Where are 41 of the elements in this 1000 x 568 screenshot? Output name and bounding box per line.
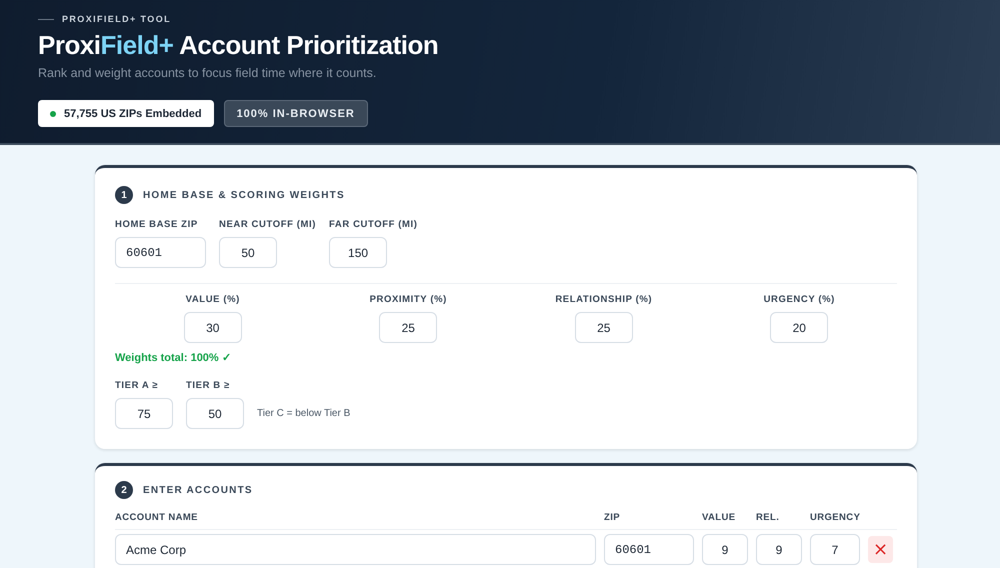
input-field[interactable]: 20 xyxy=(770,312,828,343)
delete-button[interactable]: × xyxy=(868,536,893,563)
mode-badge: 100% IN-BROWSER xyxy=(224,100,368,127)
column-header: URGENCY xyxy=(810,512,860,523)
column-header: VALUE xyxy=(702,512,736,523)
input-field[interactable]: 25 xyxy=(574,312,633,343)
section-title: HOME BASE & SCORING WEIGHTS xyxy=(143,190,345,200)
input-field[interactable]: 50 xyxy=(219,237,277,268)
name-field[interactable]: Acme Corp xyxy=(115,534,596,565)
field-label: FAR CUTOFF (MI) xyxy=(329,219,418,230)
relationship-field[interactable]: 9 xyxy=(756,534,802,565)
field-label: RELATIONSHIP (%) xyxy=(555,294,652,305)
section-title: ENTER ACCOUNTS xyxy=(143,484,253,496)
input-field[interactable]: 25 xyxy=(379,312,438,343)
input-field[interactable]: 50 xyxy=(186,398,244,429)
eyebrow-label: PROXIFIELD+ TOOL xyxy=(62,14,171,24)
tier-note: Tier C = below Tier B xyxy=(257,408,350,419)
field-label: NEAR CUTOFF (MI) xyxy=(219,219,316,230)
status-dot-icon xyxy=(50,110,56,116)
badge-label: 57,755 US ZIPs Embedded xyxy=(64,108,202,120)
weights-total: Weights total: 100% ✓ xyxy=(115,351,231,364)
urgency-field[interactable]: 7 xyxy=(810,534,860,565)
step-number: 2 xyxy=(115,481,133,499)
field-label: PROXIMITY (%) xyxy=(370,294,447,305)
field-label: HOME BASE ZIP xyxy=(115,219,199,230)
page-title: ProxiField+ Account Prioritization xyxy=(38,30,440,61)
input-field[interactable]: 60601 xyxy=(115,237,206,268)
input-field[interactable]: 30 xyxy=(184,312,242,343)
zip-field[interactable]: 60601 xyxy=(604,534,694,565)
field-label: VALUE (%) xyxy=(186,294,240,305)
field-label: TIER A ≥ xyxy=(115,380,160,391)
input-field[interactable]: 75 xyxy=(115,398,173,429)
column-header: ACCOUNT NAME xyxy=(115,512,199,523)
subtitle: Rank and weight accounts to focus field time where it counts. xyxy=(38,66,376,80)
column-header: ZIP xyxy=(604,512,621,523)
step-number: 1 xyxy=(115,186,133,204)
field-label: TIER B ≥ xyxy=(186,380,231,391)
input-field[interactable]: 150 xyxy=(329,237,388,268)
column-header: REL. xyxy=(756,512,780,523)
field-label: URGENCY (%) xyxy=(764,294,835,305)
value-field[interactable]: 9 xyxy=(702,534,748,565)
